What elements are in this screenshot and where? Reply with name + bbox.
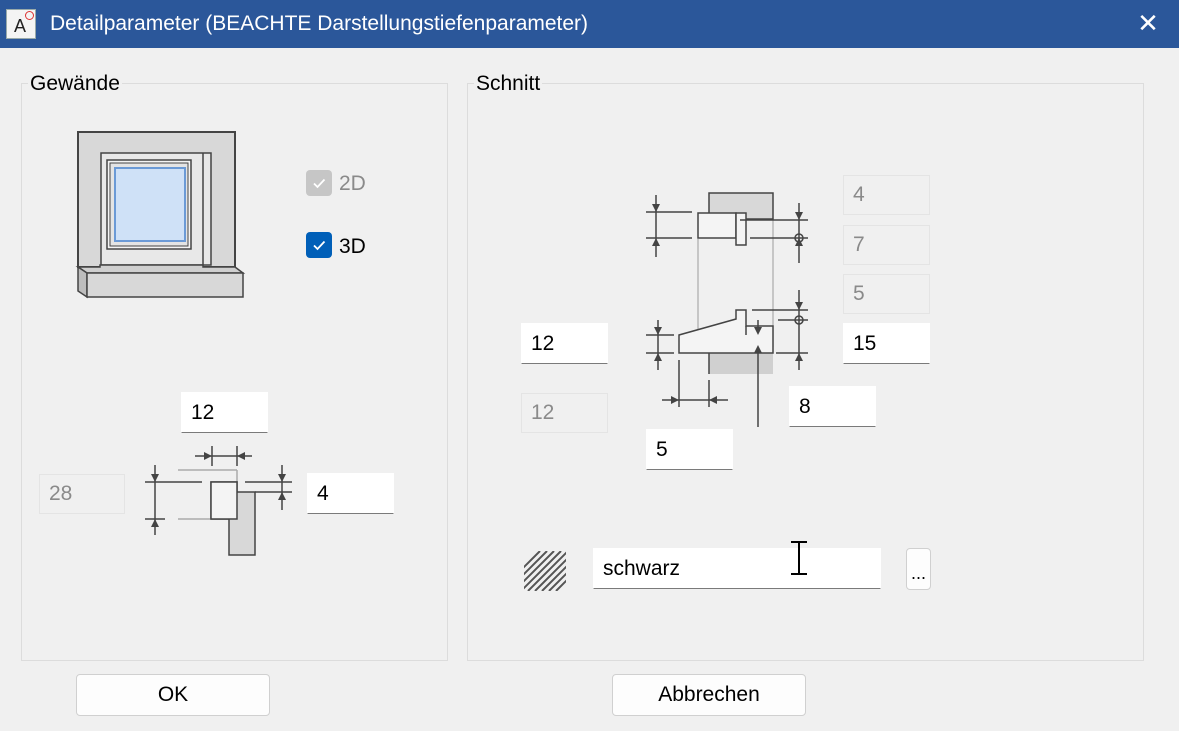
cancel-button[interactable]: Abbrechen	[612, 674, 806, 716]
app-icon-badge	[25, 11, 34, 20]
gewaende-width-input[interactable]	[181, 392, 268, 433]
app-icon: A	[6, 9, 36, 39]
checkmark-icon	[313, 240, 326, 251]
gewaende-depth-input[interactable]	[39, 474, 125, 514]
schnitt-bottom-input[interactable]	[646, 429, 733, 470]
schnitt-left-input[interactable]	[521, 323, 608, 364]
gewaende-group-label: Gewände	[28, 72, 122, 96]
text-cursor-icon	[791, 541, 807, 575]
schnitt-top-value-1-input[interactable]	[843, 175, 930, 215]
schnitt-top-value-3-input[interactable]	[843, 274, 930, 314]
schnitt-group-label: Schnitt	[474, 72, 543, 96]
browse-button[interactable]: ...	[906, 548, 931, 590]
gewaende-section-diagram	[145, 446, 292, 556]
ok-button[interactable]: OK	[76, 674, 270, 716]
checkbox-3d-label: 3D	[339, 235, 366, 258]
app-icon-letter: A	[14, 16, 27, 36]
checkbox-3d[interactable]	[306, 232, 332, 258]
checkbox-2d-label: 2D	[339, 172, 366, 195]
checkmark-icon	[313, 178, 326, 189]
hatch-color-input[interactable]	[593, 548, 881, 589]
hatch-pattern-icon	[524, 551, 566, 591]
gewaende-offset-input[interactable]	[307, 473, 394, 514]
close-button[interactable]: ✕	[1131, 6, 1165, 40]
window-title: Detailparameter (BEACHTE Darstellungstie…	[50, 12, 589, 35]
window-preview-illustration	[75, 131, 246, 299]
checkbox-2d[interactable]	[306, 170, 332, 196]
schnitt-section-diagram	[646, 192, 808, 427]
title-bar: A Detailparameter (BEACHTE Darstellungst…	[0, 0, 1179, 48]
schnitt-left-disabled-input[interactable]	[521, 393, 608, 433]
schnitt-top-value-2-input[interactable]	[843, 225, 930, 265]
schnitt-right-input[interactable]	[843, 323, 930, 364]
